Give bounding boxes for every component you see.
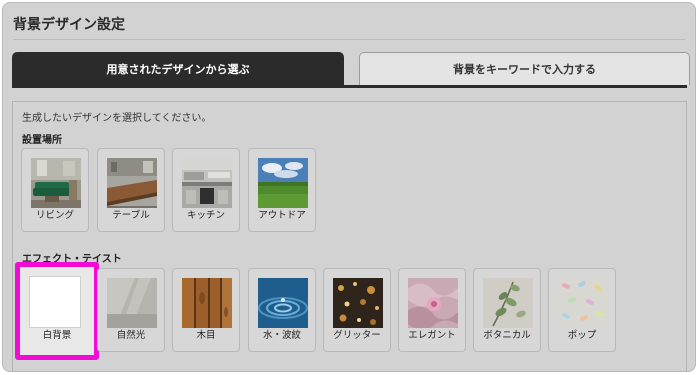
option-label: 白背景 xyxy=(42,330,72,341)
white-background-thumbnail xyxy=(29,276,81,328)
option-table[interactable]: テーブル xyxy=(97,148,165,232)
outdoor-thumbnail xyxy=(258,158,308,208)
tab-choose-design[interactable]: 用意されたデザインから選ぶ xyxy=(12,52,344,85)
option-label: テーブル xyxy=(112,210,150,221)
option-label: 水・波紋 xyxy=(262,330,301,341)
option-label: ポップ xyxy=(567,330,597,341)
option-pop[interactable]: ポップ xyxy=(548,268,616,352)
living-room-thumbnail xyxy=(31,158,81,208)
option-living[interactable]: リビング xyxy=(21,148,89,232)
wood-grain-thumbnail xyxy=(182,278,232,328)
option-water-ripple[interactable]: 水・波紋 xyxy=(248,268,316,352)
pop-thumbnail xyxy=(558,278,608,328)
option-elegant[interactable]: エレガント xyxy=(398,268,466,352)
title-divider xyxy=(13,39,685,40)
option-label: 自然光 xyxy=(116,330,146,341)
instruction-text: 生成したいデザインを選択してください。 xyxy=(22,113,212,124)
option-label: アウトドア xyxy=(258,210,306,221)
tab-underline xyxy=(12,85,687,88)
option-wood-grain[interactable]: 木目 xyxy=(172,268,240,352)
kitchen-thumbnail xyxy=(182,158,232,208)
table-thumbnail xyxy=(107,158,157,208)
option-label: リビング xyxy=(35,210,74,221)
glitter-thumbnail xyxy=(333,278,383,328)
botanical-thumbnail xyxy=(483,278,533,328)
option-label: エレガント xyxy=(408,330,456,341)
option-label: キッチン xyxy=(186,210,225,221)
option-glitter[interactable]: グリッター xyxy=(323,268,391,352)
option-outdoor[interactable]: アウトドア xyxy=(248,148,316,232)
water-ripple-thumbnail xyxy=(258,278,308,328)
option-kitchen[interactable]: キッチン xyxy=(172,148,240,232)
option-label: ボタニカル xyxy=(483,330,531,341)
natural-light-thumbnail xyxy=(107,278,157,328)
section-heading-location: 設置場所 xyxy=(22,135,62,146)
elegant-thumbnail xyxy=(408,278,458,328)
page-title: 背景デザイン設定 xyxy=(13,17,125,33)
background-design-settings-panel: 背景デザイン設定 用意されたデザインから選ぶ 背景をキーワードで入力する 生成し… xyxy=(2,2,696,372)
option-natural-light[interactable]: 自然光 xyxy=(97,268,165,352)
option-botanical[interactable]: ボタニカル xyxy=(473,268,541,352)
option-white-background[interactable]: 白背景 xyxy=(15,262,99,360)
tab-enter-keyword[interactable]: 背景をキーワードで入力する xyxy=(359,52,690,85)
option-label: グリッター xyxy=(333,330,381,341)
option-label: 木目 xyxy=(196,330,216,341)
